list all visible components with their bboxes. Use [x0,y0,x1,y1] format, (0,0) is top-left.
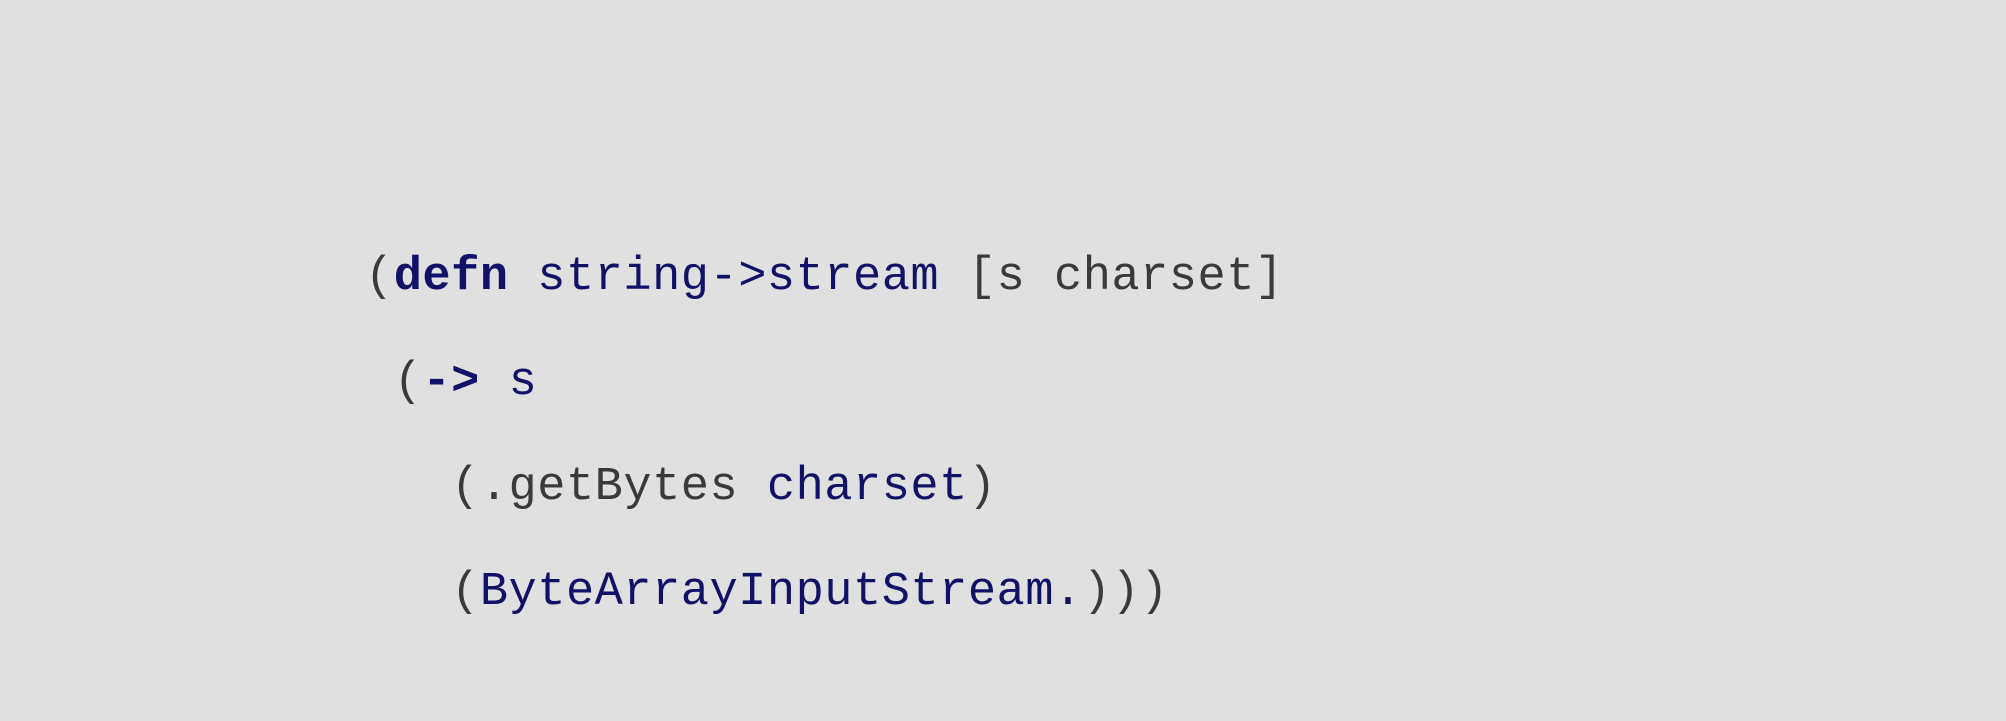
code-token: [ [968,251,997,304]
code-token: ByteArrayInputStream. [480,566,1083,619]
code-token: charset [767,461,968,514]
code-token: -> [422,356,479,409]
code-token: ( [365,251,394,304]
code-token: s [509,356,538,409]
code-token: ] [1255,251,1284,304]
code-token: ) [968,461,997,514]
code-token [509,251,538,304]
code-token [939,251,968,304]
code-snippet: (defn string->stream [s charset] (-> s (… [365,225,1284,645]
code-token: ( [451,461,480,514]
code-token: ( [394,356,423,409]
code-line: (ByteArrayInputStream.))) [365,566,1169,619]
code-token: s charset [997,251,1255,304]
code-line: (defn string->stream [s charset] [365,251,1284,304]
code-token: .getBytes [480,461,767,514]
code-token: ))) [1083,566,1169,619]
code-token: defn [394,251,509,304]
code-line: (-> s [365,356,537,409]
code-token: string->stream [537,251,939,304]
code-token: ( [451,566,480,619]
code-token [480,356,509,409]
code-line: (.getBytes charset) [365,461,997,514]
